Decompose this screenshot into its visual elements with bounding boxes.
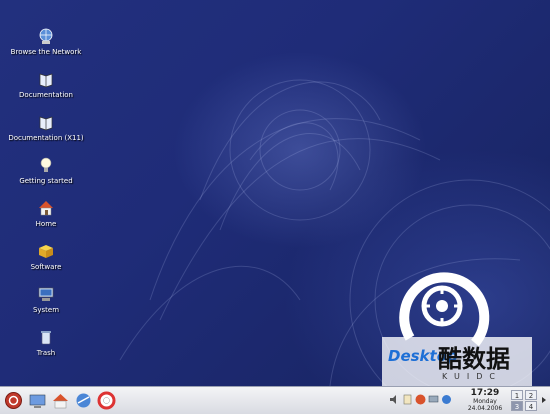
software-box-icon (39, 245, 53, 258)
taskbar: 17:29 Monday 24.04.2006 1 2 3 4 (0, 386, 550, 414)
clock[interactable]: 17:29 Monday 24.04.2006 (464, 388, 506, 413)
help-lifebuoy-icon[interactable] (97, 391, 116, 410)
desktop-pager-3[interactable]: 3 (511, 401, 523, 411)
desktop-icon-home[interactable]: Home (0, 199, 92, 229)
watermark-chinese: 酷数据 (438, 345, 510, 373)
network-globe-icon (39, 28, 53, 44)
desktop-icon-label: Software (30, 263, 62, 271)
clipboard-icon[interactable] (402, 394, 413, 405)
desktop-icon-label: Documentation (X11) (8, 134, 84, 142)
clock-day: Monday (473, 398, 497, 405)
clock-date: 24.04.2006 (467, 405, 503, 412)
desktop-icon-trash[interactable]: Trash (0, 328, 92, 358)
desktop-icon-label: Home (35, 220, 57, 228)
network-icon[interactable] (74, 391, 93, 410)
home-icon (39, 201, 53, 216)
desktop-icon[interactable] (28, 391, 47, 410)
desktop-icon-documentation[interactable]: Documentation (0, 70, 92, 100)
desktop-icon-system[interactable]: System (0, 285, 92, 315)
desktop-icon-label: Browse the Network (10, 48, 82, 56)
desktop-pager-1[interactable]: 1 (511, 390, 523, 400)
lightbulb-icon (40, 157, 52, 172)
network-status-icon[interactable] (441, 394, 452, 405)
documentation-book-icon (39, 73, 53, 88)
system-computer-icon (38, 287, 54, 301)
desktop: Browse the Network Documentation Documen… (0, 0, 550, 386)
home-icon[interactable] (51, 391, 70, 410)
trash-icon (41, 331, 51, 345)
desktop-pager-4[interactable]: 4 (525, 401, 537, 411)
suse-updater-icon[interactable] (415, 394, 426, 405)
desktop-icon-label: Documentation (19, 91, 73, 99)
desktop-icon-label: Getting started (19, 177, 73, 185)
desktop-icon-documentation-x11[interactable]: Documentation (X11) (0, 113, 92, 143)
desktop-pager-2[interactable]: 2 (525, 390, 537, 400)
desktop-icon-software[interactable]: Software (0, 242, 92, 272)
desktop-icon-getting-started[interactable]: Getting started (0, 156, 92, 186)
desktop-icon-label: System (32, 306, 60, 314)
start-menu-icon[interactable] (4, 391, 23, 410)
chevron-right-icon[interactable] (541, 396, 547, 404)
watermark: Desktop 酷数据 KUIDC (382, 337, 532, 386)
monitor-icon[interactable] (428, 394, 439, 405)
watermark-sub: KUIDC (442, 372, 502, 381)
desktop-icon-label: Trash (36, 349, 56, 357)
clock-time: 17:29 (470, 388, 500, 398)
volume-icon[interactable] (389, 394, 400, 405)
desktop-icon-browse-network[interactable]: Browse the Network (0, 27, 92, 57)
documentation-x11-icon (39, 116, 53, 131)
